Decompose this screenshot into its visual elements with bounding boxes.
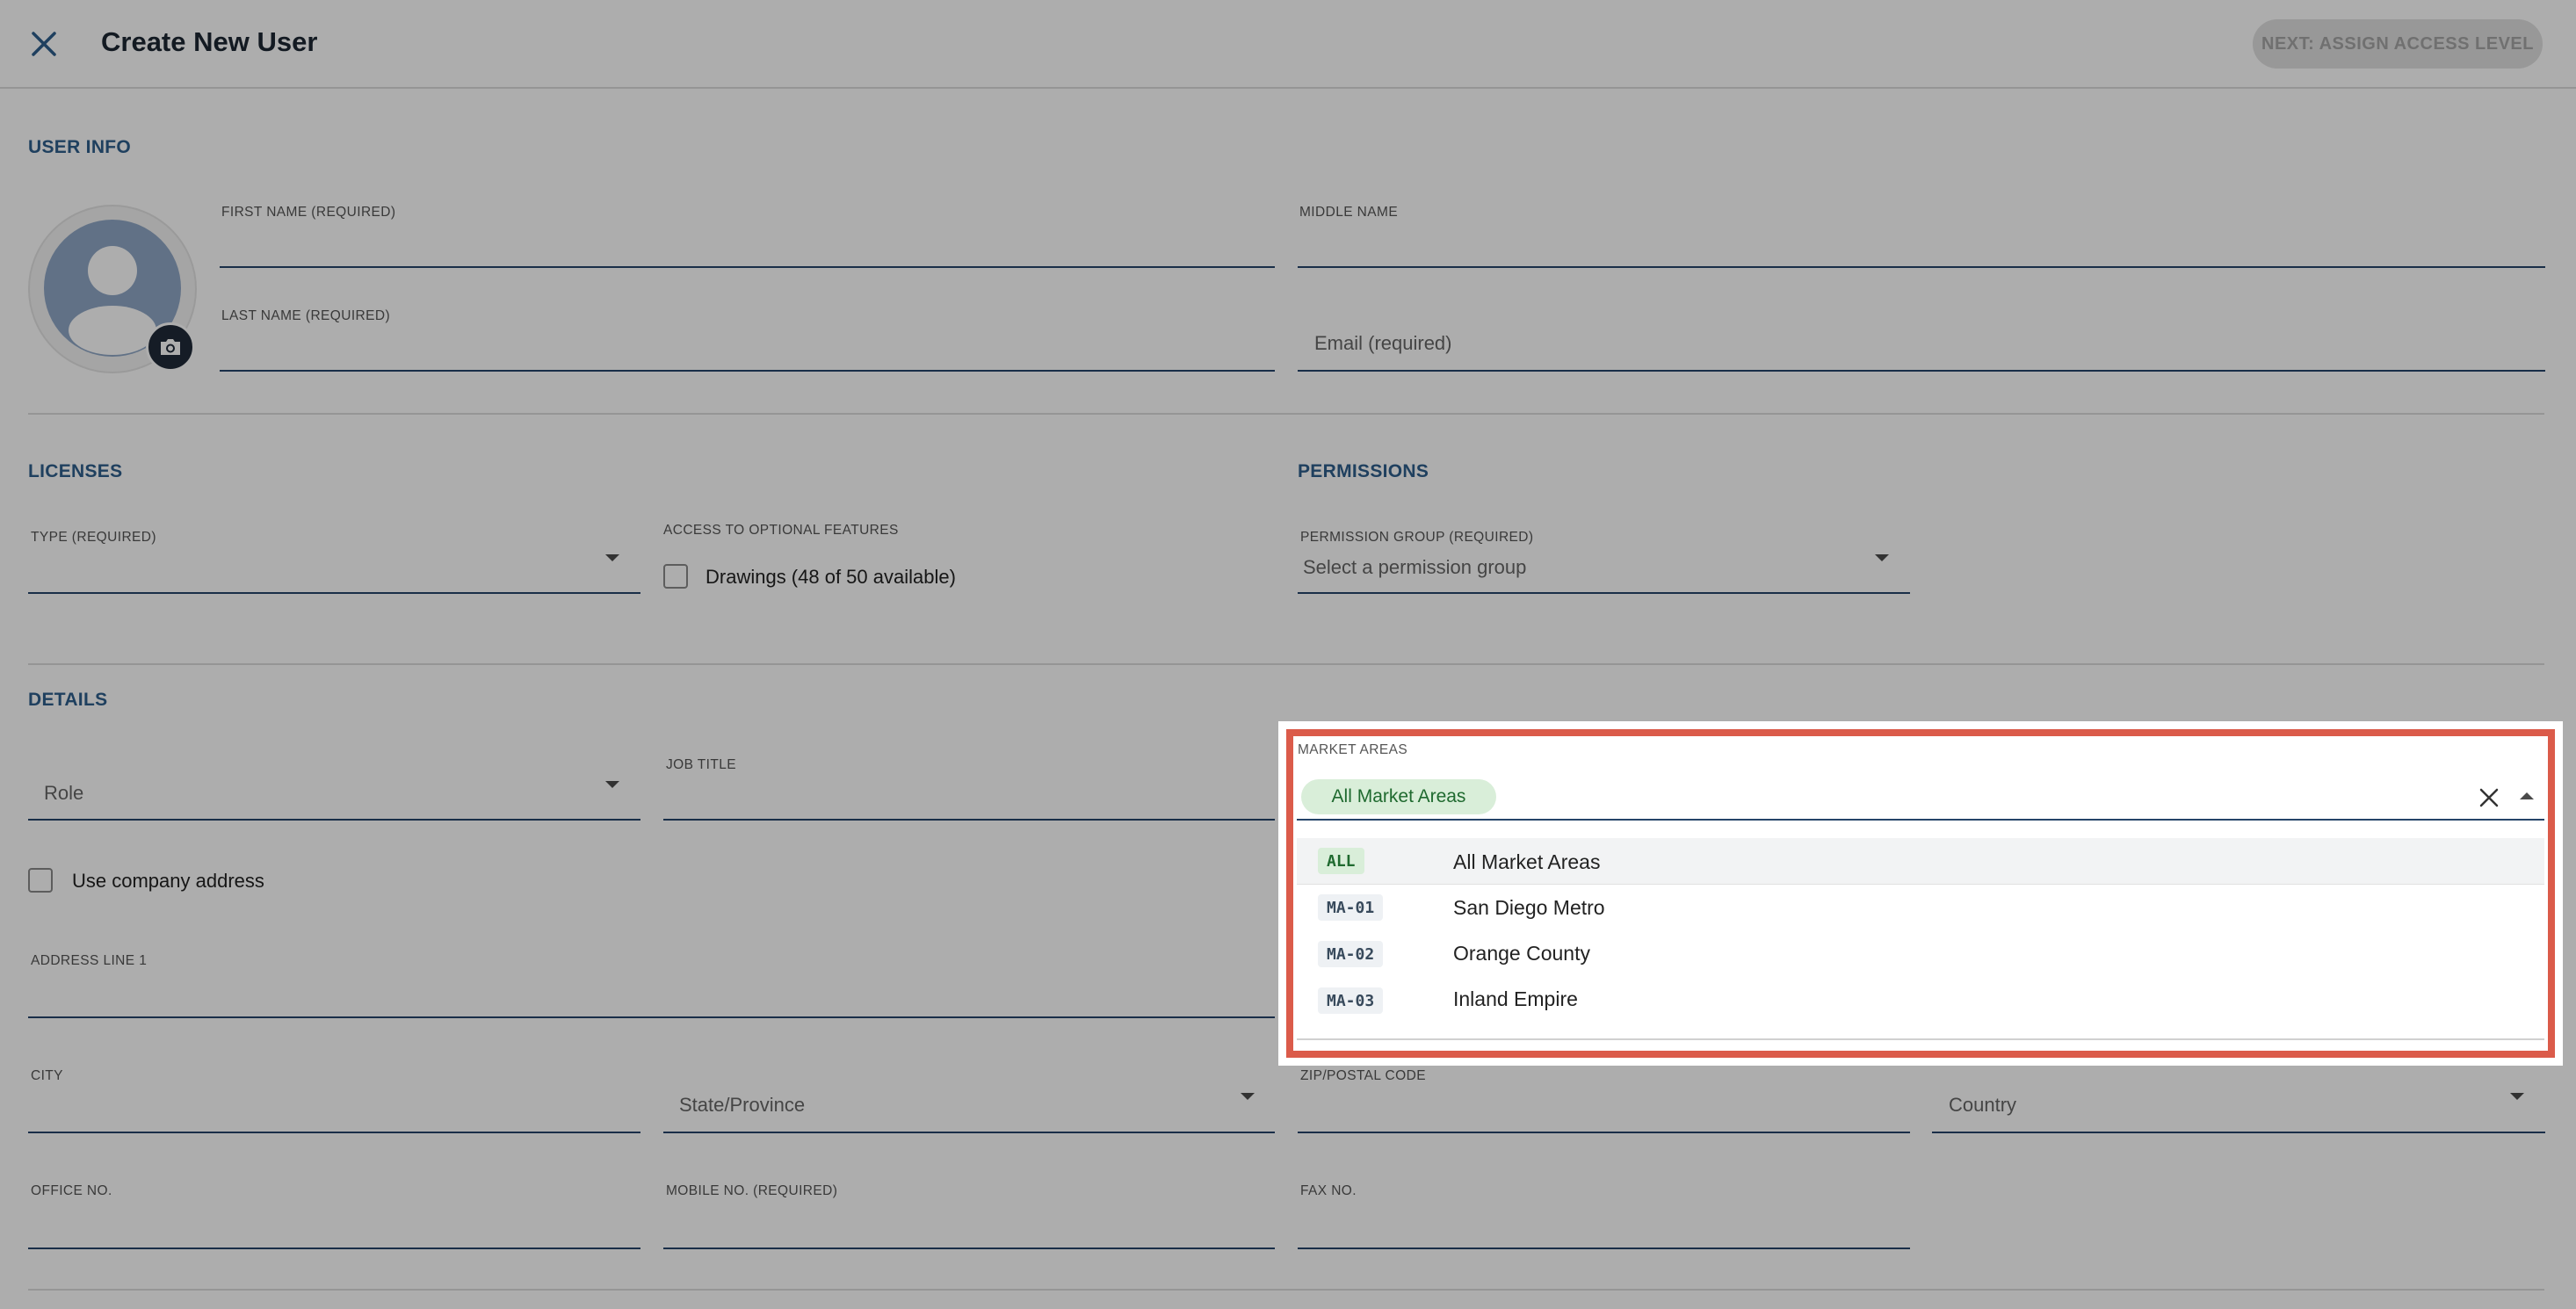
market-areas-label: MARKET AREAS [1298, 742, 1408, 757]
option-name: All Market Areas [1453, 850, 1601, 873]
option-code-badge: MA-01 [1318, 894, 1384, 921]
dim-overlay [0, 0, 2576, 1309]
option-name: Inland Empire [1453, 987, 1578, 1010]
market-area-option[interactable]: MA-01 San Diego Metro [1297, 885, 2544, 930]
option-code-badge: ALL [1318, 848, 1364, 874]
market-area-option-all[interactable]: ALL All Market Areas [1297, 838, 2544, 885]
dropdown-arrow-up-icon[interactable] [2520, 792, 2534, 799]
option-code-badge: MA-03 [1318, 987, 1384, 1014]
clear-icon[interactable] [2476, 785, 2502, 811]
selected-market-area-chip[interactable]: All Market Areas [1301, 779, 1496, 814]
option-name: San Diego Metro [1453, 896, 1605, 919]
option-name: Orange County [1453, 942, 1590, 965]
market-area-option[interactable]: MA-03 Inland Empire [1297, 978, 2544, 1023]
market-areas-dropdown: ALL All Market Areas MA-01 San Diego Met… [1297, 838, 2544, 1040]
market-area-option[interactable]: MA-02 Orange County [1297, 931, 2544, 977]
option-code-badge: MA-02 [1318, 941, 1384, 967]
market-areas-select[interactable] [1297, 819, 2544, 821]
